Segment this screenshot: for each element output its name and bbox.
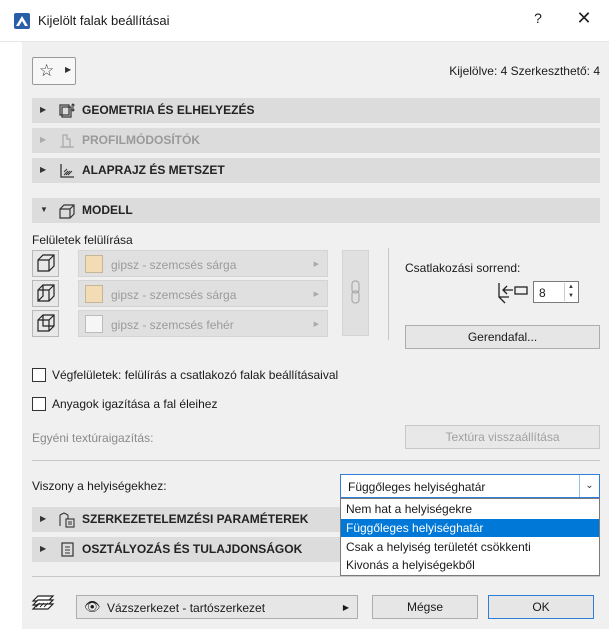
triangle-right-icon: ▶ — [313, 291, 319, 298]
section-title: PROFILMÓDOSÍTÓK — [82, 133, 200, 147]
section-title: SZERKEZETELEMZÉSI PARAMÉTEREK — [82, 512, 309, 526]
help-button[interactable]: ? — [528, 10, 548, 30]
cancel-button[interactable]: Mégse — [372, 595, 478, 619]
align-materials-label: Anyagok igazítása a fal éleihez — [52, 397, 218, 411]
favorites-button[interactable]: ☆ ▶ — [32, 57, 76, 85]
geometry-icon — [59, 103, 75, 118]
dropdown-option[interactable]: Csak a helyiség területét csökkenti — [341, 538, 599, 556]
dialog-body: ☆ ▶ Kijelölve: 4 Szerkeszthető: 4 ▶ GEOM… — [22, 42, 609, 629]
expand-arrow-icon: ▶ — [40, 544, 47, 553]
classification-icon — [61, 542, 74, 557]
expand-arrow-icon: ▶ — [40, 135, 47, 144]
section-title: MODELL — [82, 203, 133, 217]
triangle-right-icon: ▶ — [65, 65, 72, 74]
material-swatch — [85, 255, 103, 273]
selection-info: Kijelölve: 4 Szerkeszthető: 4 — [449, 64, 600, 78]
triangle-right-icon: ▶ — [342, 603, 349, 612]
window-title: Kijelölt falak beállításai — [38, 13, 170, 28]
section-profile-modifiers: ▶ PROFILMÓDOSÍTÓK — [32, 128, 600, 153]
dropdown-option-selected[interactable]: Függőleges helyiséghatár — [341, 519, 599, 537]
expand-arrow-icon: ▶ — [40, 514, 47, 523]
end-surfaces-label: Végfelületek: felülírás a csatlakozó fal… — [52, 368, 339, 382]
divider — [32, 460, 600, 461]
connection-order-label: Csatlakozási sorrend: — [405, 261, 521, 275]
reset-texture-button[interactable]: Textúra visszaállítása — [405, 425, 600, 449]
chain-link-icon — [351, 280, 360, 304]
dropdown-option[interactable]: Kivonás a helyiségekből — [341, 556, 599, 574]
close-button[interactable]: ✕ — [572, 8, 596, 32]
dropdown-option[interactable]: Nem hat a helyiségekre — [341, 500, 599, 518]
layer-stack-icon — [31, 595, 55, 610]
cube-face-icon — [37, 284, 55, 302]
section-geometry[interactable]: ▶ GEOMETRIA ÉS ELHELYEZÉS — [32, 98, 600, 123]
material-name: gipsz - szemcsés sárga — [111, 288, 237, 302]
custom-texture-label: Egyéni textúraigazítás: — [32, 431, 154, 445]
section-title: OSZTÁLYOZÁS ÉS TULAJDONSÁGOK — [82, 542, 303, 556]
view-layer-select[interactable]: 👁 Vázszerkezet - tartószerkezet ▶ — [76, 595, 358, 619]
profile-icon — [60, 134, 74, 148]
connection-order-value: 8 — [539, 286, 546, 300]
stepper-down-icon[interactable]: ▼ — [564, 292, 577, 301]
zones-relation-label: Viszony a helyiségekhez: — [32, 479, 167, 493]
structural-icon — [59, 512, 75, 528]
surface-override-label: Felületek felülírása — [32, 233, 133, 247]
triangle-right-icon: ▶ — [313, 321, 319, 328]
title-bar: Kijelölt falak beállításai ? ✕ — [0, 0, 609, 42]
zones-relation-value: Függőleges helyiséghatár — [348, 480, 486, 494]
cube-face-icon — [37, 314, 55, 332]
material-swatch — [85, 315, 103, 333]
surface-side-b-button[interactable] — [32, 280, 59, 307]
material-picker: gipsz - szemcsés fehér ▶ — [78, 310, 328, 337]
section-title: GEOMETRIA ÉS ELHELYEZÉS — [82, 103, 255, 117]
link-materials-toggle — [342, 250, 369, 336]
wall-connection-icon — [498, 283, 528, 304]
archicad-app-icon — [14, 13, 30, 29]
expand-arrow-icon: ▶ — [40, 165, 47, 174]
section-floorplan[interactable]: ▶ ALAPRAJZ ÉS METSZET — [32, 158, 600, 183]
floorplan-icon — [60, 164, 74, 178]
zones-relation-dropdown: Nem hat a helyiségekre Függőleges helyis… — [340, 498, 600, 576]
cube-face-icon — [37, 254, 55, 272]
divider — [32, 576, 600, 577]
log-wall-button[interactable]: Gerendafal... — [405, 325, 600, 349]
ok-button[interactable]: OK — [488, 595, 594, 619]
triangle-right-icon: ▶ — [313, 261, 319, 268]
zones-relation-select[interactable]: Függőleges helyiséghatár ⌄ — [340, 474, 600, 498]
material-name: gipsz - szemcsés sárga — [111, 258, 237, 272]
model-icon — [59, 204, 75, 219]
section-model[interactable]: ▼ MODELL — [32, 198, 600, 223]
collapse-arrow-icon: ▼ — [40, 205, 48, 214]
align-materials-checkbox[interactable] — [32, 397, 46, 411]
section-title: ALAPRAJZ ÉS METSZET — [82, 163, 225, 177]
eye-icon: 👁 — [84, 599, 101, 614]
material-swatch — [85, 285, 103, 303]
expand-arrow-icon: ▶ — [40, 105, 47, 114]
surface-side-a-button[interactable] — [32, 250, 59, 277]
divider — [388, 248, 389, 340]
material-name: gipsz - szemcsés fehér — [111, 318, 234, 332]
surface-edge-button[interactable] — [32, 310, 59, 337]
end-surfaces-checkbox[interactable] — [32, 368, 46, 382]
star-icon: ☆ — [39, 61, 55, 80]
material-picker: gipsz - szemcsés sárga ▶ — [78, 280, 328, 307]
view-layer-value: Vázszerkezet - tartószerkezet — [107, 601, 266, 615]
material-picker: gipsz - szemcsés sárga ▶ — [78, 250, 328, 277]
chevron-down-icon[interactable]: ⌄ — [579, 475, 599, 497]
stepper-up-icon[interactable]: ▲ — [564, 283, 577, 292]
connection-order-stepper[interactable]: 8 ▲ ▼ — [533, 281, 579, 303]
